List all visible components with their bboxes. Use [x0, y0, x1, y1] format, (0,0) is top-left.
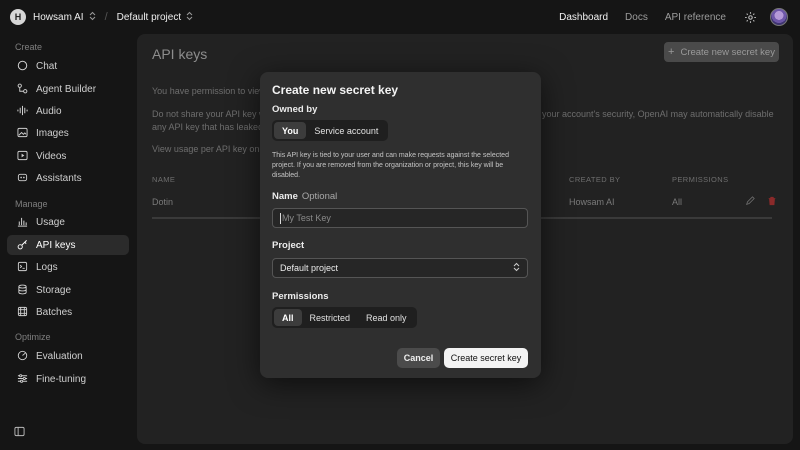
nav-docs[interactable]: Docs: [625, 12, 648, 23]
sidebar-item-audio[interactable]: Audio: [7, 101, 129, 121]
user-avatar[interactable]: [770, 8, 788, 26]
sidebar-item-label: API keys: [36, 239, 76, 251]
sidebar-item-label: Evaluation: [36, 350, 83, 362]
text-caret: [280, 212, 281, 224]
section-label-optimize: Optimize: [15, 332, 51, 342]
dialog-title: Create new secret key: [272, 83, 399, 97]
plus-icon: +: [668, 46, 675, 58]
sidebar-item-label: Batches: [36, 306, 73, 318]
logs-icon: [16, 261, 28, 273]
key-name-input[interactable]: My Test Key: [272, 208, 528, 228]
create-secret-key-button[interactable]: Create secret key: [444, 348, 528, 368]
warning-text-line1: Do not share your API key w: [152, 109, 266, 119]
permissions-toggle: All Restricted Read only: [272, 307, 417, 328]
sidebar-item-storage[interactable]: Storage: [7, 280, 129, 300]
agent-builder-icon: [16, 83, 28, 95]
images-icon: [16, 127, 28, 139]
sidebar-item-label: Assistants: [36, 172, 82, 184]
project-select[interactable]: Default project: [272, 258, 528, 278]
fine-tuning-icon: [16, 373, 28, 385]
assistants-icon: [16, 172, 28, 184]
sidebar-item-usage[interactable]: Usage: [7, 212, 129, 232]
nav-dashboard[interactable]: Dashboard: [559, 12, 608, 23]
sidebar-item-evaluation[interactable]: Evaluation: [7, 346, 129, 366]
page-title: API keys: [152, 46, 208, 62]
sidebar-item-label: Images: [36, 127, 69, 139]
sidebar-item-label: Videos: [36, 150, 67, 162]
sidebar-item-label: Storage: [36, 284, 72, 296]
project-label: Project: [272, 240, 305, 251]
owned-by-toggle: You Service account: [272, 120, 389, 141]
column-header-created-by: CREATED BY: [569, 175, 621, 184]
storage-icon: [16, 284, 28, 296]
warning-text-line1-right: your account's security, OpenAI may auto…: [542, 109, 774, 119]
sidebar-item-logs[interactable]: Logs: [7, 257, 129, 277]
key-name-cell: Dotin: [152, 197, 174, 207]
gear-icon[interactable]: [743, 10, 757, 24]
sidebar-item-api-keys[interactable]: API keys: [7, 235, 129, 255]
sidebar-item-label: Logs: [36, 261, 58, 273]
usage-link-text[interactable]: View usage per API key on th: [152, 144, 269, 154]
create-new-secret-key-button[interactable]: + Create new secret key: [664, 42, 779, 62]
sidebar-item-assistants[interactable]: Assistants: [7, 168, 129, 188]
project-select-value: Default project: [280, 263, 339, 273]
table-scrollbar-right: [537, 217, 772, 219]
chevron-updown-icon[interactable]: [186, 11, 193, 23]
sidebar-item-agent-builder[interactable]: Agent Builder: [7, 79, 129, 99]
owned-by-you-option[interactable]: You: [274, 122, 307, 139]
top-nav: Dashboard Docs API reference: [559, 0, 800, 34]
cancel-button[interactable]: Cancel: [397, 348, 440, 368]
name-label: Name Optional: [272, 191, 338, 202]
chevron-updown-icon[interactable]: [89, 11, 96, 23]
section-label-manage: Manage: [15, 199, 48, 209]
nav-api-reference[interactable]: API reference: [665, 12, 726, 23]
warning-text-line2: any API key that has leaked: [152, 122, 264, 132]
create-secret-key-dialog: Create new secret key Owned by You Servi…: [260, 72, 541, 378]
sidebar-item-label: Agent Builder: [36, 83, 97, 95]
usage-icon: [16, 216, 28, 228]
sidebar: Create Chat Agent Builder Audio Images V…: [0, 34, 136, 450]
permission-text: You have permission to view: [152, 86, 266, 96]
audio-icon: [16, 105, 28, 117]
ownership-note: This API key is tied to your user and ca…: [272, 152, 509, 179]
permissions-restricted-option[interactable]: Restricted: [302, 309, 359, 326]
permissions-label: Permissions: [272, 291, 329, 302]
org-switcher[interactable]: Howsam AI: [33, 12, 84, 23]
created-by-cell: Howsam AI: [569, 197, 615, 207]
project-switcher[interactable]: Default project: [117, 12, 181, 23]
sidebar-toggle-icon[interactable]: [14, 426, 26, 438]
column-header-permissions: PERMISSIONS: [672, 175, 729, 184]
breadcrumb-separator: /: [104, 11, 108, 23]
chat-icon: [16, 60, 28, 72]
evaluation-icon: [16, 350, 28, 362]
videos-icon: [16, 150, 28, 162]
sidebar-item-label: Chat: [36, 60, 58, 72]
owned-by-service-account-option[interactable]: Service account: [306, 122, 386, 139]
sidebar-item-chat[interactable]: Chat: [7, 56, 129, 76]
column-header-name: NAME: [152, 175, 176, 184]
sidebar-item-fine-tuning[interactable]: Fine-tuning: [7, 369, 129, 389]
permissions-read-only-option[interactable]: Read only: [358, 309, 415, 326]
edit-icon[interactable]: [745, 196, 755, 209]
sidebar-item-label: Audio: [36, 105, 62, 117]
org-avatar[interactable]: H: [10, 9, 26, 25]
sidebar-item-videos[interactable]: Videos: [7, 146, 129, 166]
key-icon: [16, 239, 28, 251]
trash-icon[interactable]: [767, 196, 777, 209]
sidebar-item-batches[interactable]: Batches: [7, 302, 129, 322]
top-bar: H Howsam AI / Default project Dashboard …: [0, 0, 800, 34]
batches-icon: [16, 306, 28, 318]
permissions-all-option[interactable]: All: [274, 309, 302, 326]
chevron-updown-icon: [513, 262, 520, 273]
sidebar-item-label: Fine-tuning: [36, 373, 87, 385]
sidebar-item-label: Usage: [36, 216, 65, 228]
owned-by-label: Owned by: [272, 104, 318, 115]
key-name-placeholder: My Test Key: [282, 213, 331, 223]
section-label-create: Create: [15, 42, 43, 52]
table-scrollbar[interactable]: [152, 217, 268, 219]
sidebar-item-images[interactable]: Images: [7, 123, 129, 143]
permissions-cell: All: [672, 197, 683, 207]
optional-hint: Optional: [301, 191, 338, 202]
